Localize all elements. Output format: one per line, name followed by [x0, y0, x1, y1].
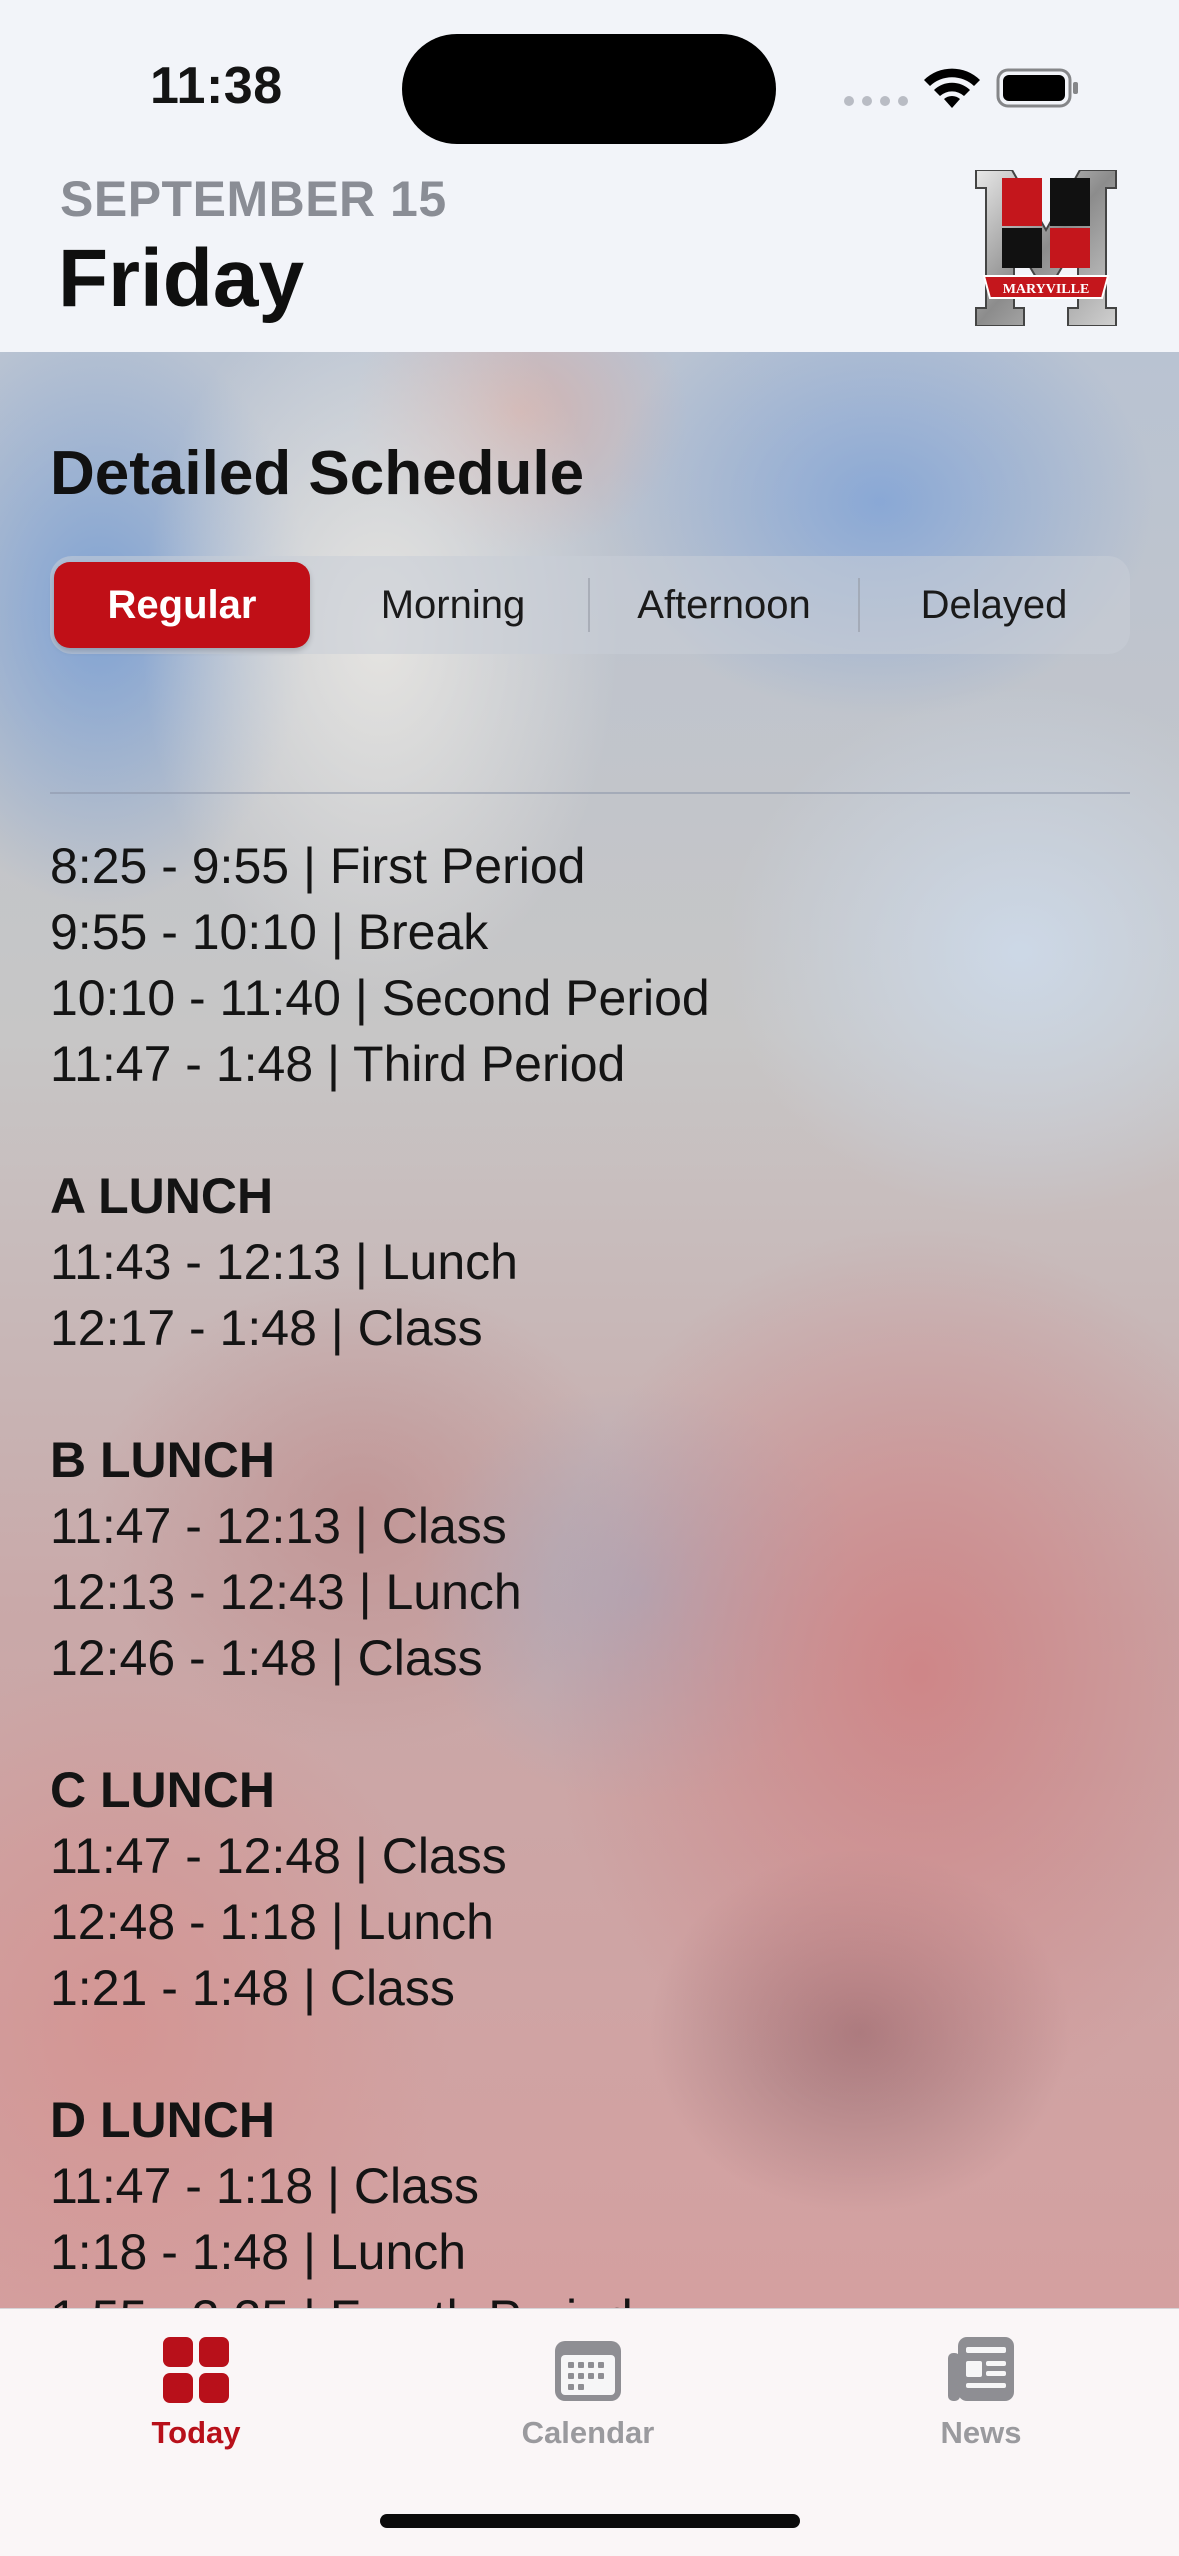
calendar-icon — [555, 2341, 621, 2401]
segment-afternoon[interactable]: Afternoon — [596, 562, 852, 648]
schedule-line: 12:13 - 12:43 | Lunch — [50, 1564, 522, 1620]
schedule-line: 11:43 - 12:13 | Lunch — [50, 1234, 518, 1290]
schedule-type-segmented-control[interactable]: Regular Morning Afternoon Delayed — [50, 556, 1130, 654]
segment-morning[interactable]: Morning — [325, 562, 581, 648]
segment-divider — [588, 578, 590, 632]
schedule-line: 12:48 - 1:18 | Lunch — [50, 1894, 494, 1950]
schedule-title: Detailed Schedule — [50, 439, 585, 508]
schedule-line: 1:21 - 1:48 | Class — [50, 1960, 455, 2016]
segment-divider — [858, 578, 860, 632]
schedule-line: 1:55 - 3:25 | Fourth Period — [50, 2289, 633, 2308]
tab-label: Today — [151, 2415, 241, 2450]
tab-news[interactable]: News — [851, 2327, 1111, 2477]
tab-today[interactable]: Today — [66, 2327, 326, 2477]
divider — [50, 792, 1130, 794]
schedule-line: 11:47 - 1:18 | Class — [50, 2158, 479, 2214]
cellular-signal-icon — [844, 96, 908, 106]
segment-delayed[interactable]: Delayed — [866, 562, 1122, 648]
header-day: Friday — [58, 233, 305, 324]
segment-regular[interactable]: Regular — [54, 562, 310, 648]
school-logo-icon: MARYVILLE — [975, 170, 1117, 326]
svg-text:MARYVILLE: MARYVILLE — [1003, 282, 1090, 297]
schedule-line: 11:47 - 12:48 | Class — [50, 1828, 507, 1884]
grid-icon — [163, 2337, 229, 2403]
schedule-line: 12:46 - 1:48 | Class — [50, 1630, 483, 1686]
schedule-line: 12:17 - 1:48 | Class — [50, 1300, 483, 1356]
home-indicator[interactable] — [380, 2514, 800, 2528]
status-bar: 11:38 — [0, 0, 1179, 160]
lunch-heading: B LUNCH — [50, 1432, 275, 1488]
newspaper-icon — [948, 2337, 1014, 2401]
header: SEPTEMBER 15 Friday MARYVILLE — [0, 160, 1179, 352]
schedule-line: 8:25 - 9:55 | First Period — [50, 838, 586, 894]
lunch-heading: A LUNCH — [50, 1168, 274, 1224]
battery-icon — [996, 68, 1078, 108]
header-date: SEPTEMBER 15 — [60, 171, 447, 227]
schedule-line: 10:10 - 11:40 | Second Period — [50, 970, 710, 1026]
schedule-line: 1:18 - 1:48 | Lunch — [50, 2224, 467, 2280]
schedule-line: 11:47 - 12:13 | Class — [50, 1498, 507, 1554]
lunch-heading: D LUNCH — [50, 2092, 275, 2148]
tab-calendar[interactable]: Calendar — [458, 2327, 718, 2477]
status-time: 11:38 — [150, 57, 283, 115]
schedule-line: 11:47 - 1:48 | Third Period — [50, 1036, 626, 1092]
wifi-icon — [924, 68, 980, 108]
dynamic-island — [402, 34, 776, 144]
tab-label: Calendar — [521, 2415, 655, 2450]
lunch-heading: C LUNCH — [50, 1762, 275, 1818]
schedule-line: 9:55 - 10:10 | Break — [50, 904, 489, 960]
tab-label: News — [940, 2415, 1022, 2450]
schedule-content[interactable]: Detailed Schedule Regular Morning Aftern… — [0, 352, 1179, 2308]
